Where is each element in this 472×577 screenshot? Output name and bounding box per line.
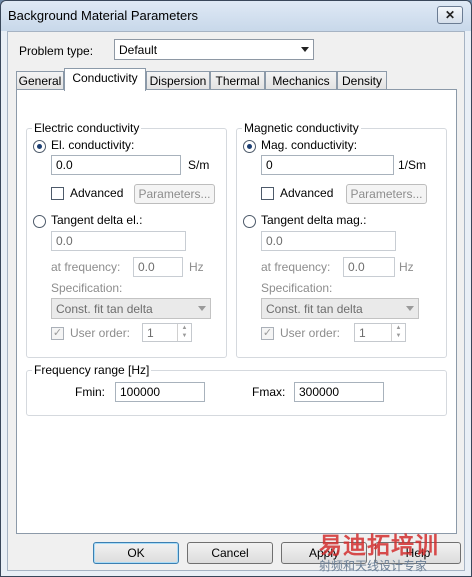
el-tangent-label: Tangent delta el.:	[51, 213, 143, 227]
tab-mechanics[interactable]: Mechanics	[265, 71, 337, 90]
el-user-order-value: 1	[147, 326, 154, 340]
mag-conductivity-unit: 1/Sm	[398, 158, 427, 172]
spin-down-icon[interactable]: ▼	[178, 332, 191, 340]
dialog-window: Background Material Parameters ✕ Problem…	[0, 0, 472, 577]
tab-thermal[interactable]: Thermal	[210, 71, 265, 90]
el-tangent-input[interactable]: 0.0	[51, 231, 186, 251]
chevron-down-icon	[406, 306, 414, 311]
problem-type-dropdown[interactable]: Default	[114, 39, 314, 60]
magnetic-group-title: Magnetic conductivity	[242, 121, 361, 135]
magnetic-conductivity-group: Magnetic conductivity Mag. conductivity:…	[236, 121, 447, 358]
problem-type-value: Default	[119, 43, 158, 57]
tab-conductivity[interactable]: Conductivity	[64, 68, 146, 91]
el-conductivity-input[interactable]: 0.0	[51, 155, 181, 175]
chevron-down-icon	[198, 306, 206, 311]
el-advanced-label: Advanced	[70, 186, 124, 200]
el-frequency-input[interactable]: 0.0	[133, 257, 183, 277]
mag-conductivity-input[interactable]: 0	[261, 155, 394, 175]
mag-frequency-input[interactable]: 0.0	[343, 257, 395, 277]
mag-user-order-spinner[interactable]: 1 ▲ ▼	[354, 323, 406, 342]
tab-general[interactable]: General	[16, 71, 64, 90]
fmax-label: Fmax:	[252, 385, 286, 399]
fmin-label: Fmin:	[75, 385, 105, 399]
electric-group-title: Electric conductivity	[32, 121, 142, 135]
fmin-input[interactable]: 100000	[115, 382, 205, 402]
mag-user-order-label: User order:	[280, 326, 341, 340]
el-tangent-radio[interactable]	[33, 215, 46, 228]
title-bar[interactable]: Background Material Parameters ✕	[1, 1, 471, 31]
ok-button[interactable]: OK	[93, 542, 179, 564]
problem-type-label: Problem type:	[19, 44, 94, 58]
frequency-range-group: Frequency range [Hz] Fmin: 100000 Fmax: …	[26, 363, 447, 416]
spin-down-icon[interactable]: ▼	[392, 332, 405, 340]
spinner-buttons[interactable]: ▲ ▼	[177, 324, 191, 341]
el-conductivity-label: El. conductivity:	[51, 138, 135, 152]
mag-advanced-label: Advanced	[280, 186, 334, 200]
spinner-buttons[interactable]: ▲ ▼	[391, 324, 405, 341]
spin-up-icon[interactable]: ▲	[392, 324, 405, 332]
el-specification-dropdown[interactable]: Const. fit tan delta	[51, 298, 211, 319]
frequency-range-title: Frequency range [Hz]	[32, 363, 152, 377]
el-frequency-label: at frequency:	[51, 260, 121, 274]
el-frequency-unit: Hz	[189, 260, 204, 274]
el-user-order-label: User order:	[70, 326, 131, 340]
mag-conductivity-radio[interactable]	[243, 140, 256, 153]
electric-conductivity-group: Electric conductivity El. conductivity: …	[26, 121, 227, 358]
el-specification-label: Specification:	[51, 281, 123, 295]
mag-frequency-unit: Hz	[399, 260, 414, 274]
dialog-client-area: Problem type: Default General Conductivi…	[7, 31, 465, 571]
tab-dispersion[interactable]: Dispersion	[146, 71, 210, 90]
el-conductivity-unit: S/m	[188, 158, 210, 172]
el-user-order-checkbox[interactable]: ✓	[51, 327, 64, 340]
mag-specification-label: Specification:	[261, 281, 333, 295]
el-user-order-spinner[interactable]: 1 ▲ ▼	[142, 323, 192, 342]
mag-parameters-button[interactable]: Parameters...	[346, 184, 427, 204]
mag-specification-dropdown[interactable]: Const. fit tan delta	[261, 298, 419, 319]
el-conductivity-radio[interactable]	[33, 140, 46, 153]
el-parameters-button[interactable]: Parameters...	[134, 184, 215, 204]
chevron-down-icon	[301, 47, 309, 52]
watermark-logo-text: 易迪拓培训	[319, 532, 439, 558]
mag-user-order-value: 1	[359, 326, 366, 340]
spin-up-icon[interactable]: ▲	[178, 324, 191, 332]
window-title: Background Material Parameters	[8, 8, 199, 23]
el-specification-value: Const. fit tan delta	[56, 302, 153, 316]
mag-tangent-radio[interactable]	[243, 215, 256, 228]
mag-user-order-checkbox[interactable]: ✓	[261, 327, 274, 340]
mag-frequency-label: at frequency:	[261, 260, 331, 274]
conductivity-panel: Electric conductivity El. conductivity: …	[16, 89, 457, 534]
mag-specification-value: Const. fit tan delta	[266, 302, 363, 316]
watermark-tagline: 射频和天线设计专家	[319, 559, 428, 573]
mag-advanced-checkbox[interactable]	[261, 187, 274, 200]
mag-conductivity-label: Mag. conductivity:	[261, 138, 358, 152]
fmax-input[interactable]: 300000	[294, 382, 384, 402]
close-button[interactable]: ✕	[437, 6, 463, 24]
tab-density[interactable]: Density	[337, 71, 387, 90]
mag-tangent-input[interactable]: 0.0	[261, 231, 396, 251]
el-advanced-checkbox[interactable]	[51, 187, 64, 200]
cancel-button[interactable]: Cancel	[187, 542, 273, 564]
mag-tangent-label: Tangent delta mag.:	[261, 213, 367, 227]
